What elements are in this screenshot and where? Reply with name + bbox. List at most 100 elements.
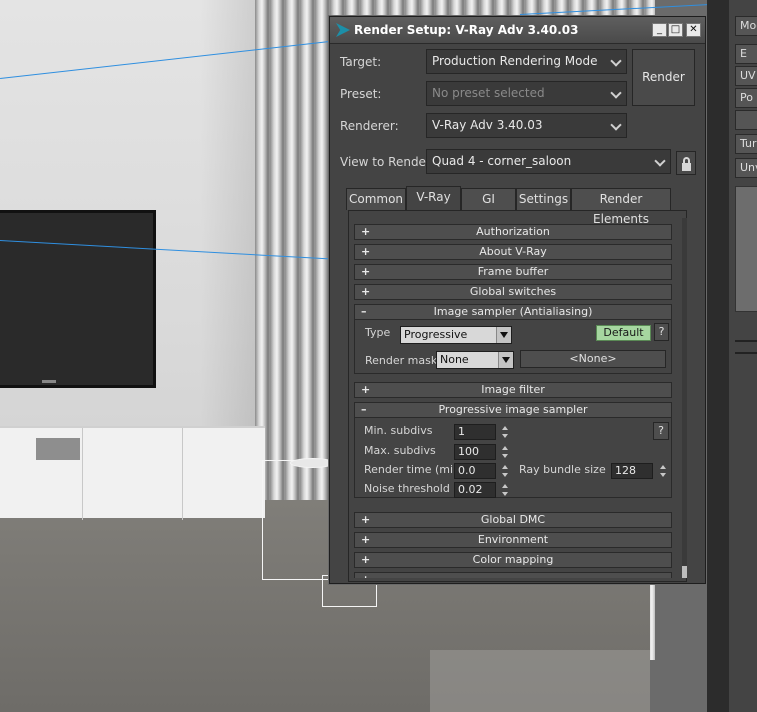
rollout-title: Frame buffer xyxy=(477,265,549,278)
tv-cabinet xyxy=(0,426,265,520)
noise-threshold-label: Noise threshold xyxy=(364,482,450,495)
lock-view-button[interactable] xyxy=(676,151,696,175)
scrollbar-thumb[interactable] xyxy=(682,566,687,578)
rollout-environment[interactable]: + Environment xyxy=(354,532,672,548)
view-to-render-value: Quad 4 - corner_saloon xyxy=(432,154,572,168)
tab-gi[interactable]: GI xyxy=(461,188,516,210)
expand-icon: + xyxy=(361,533,371,546)
rollout-progressive-sampler[interactable]: – Progressive image sampler xyxy=(354,402,672,418)
rollout-title: About V-Ray xyxy=(479,245,547,258)
sampler-type-value: Progressive xyxy=(404,328,468,341)
expand-icon: + xyxy=(361,285,371,298)
rollout-title: Authorization xyxy=(476,225,550,238)
title-bar[interactable]: Render Setup: V-Ray Adv 3.40.03 _ □ ✕ xyxy=(330,17,705,44)
ray-bundle-spinner[interactable] xyxy=(658,463,668,479)
expand-icon: + xyxy=(361,553,371,566)
view-to-render-label: View to Render: xyxy=(340,155,435,169)
chair-wireframe xyxy=(262,460,332,580)
rollout-title: Environment xyxy=(477,533,549,546)
target-dropdown[interactable]: Production Rendering Mode xyxy=(426,49,627,74)
panel-separator xyxy=(735,352,757,354)
expand-icon: + xyxy=(361,513,371,526)
target-value: Production Rendering Mode xyxy=(432,54,598,68)
rollout-scroll-area[interactable]: + Authorization + About V-Ray + Frame buffe… xyxy=(350,218,688,578)
rollout-title: Color mapping xyxy=(472,553,554,566)
preset-label: Preset: xyxy=(340,87,382,101)
render-time-input[interactable]: 0.0 xyxy=(454,463,496,479)
panel-button[interactable]: UV xyxy=(735,66,757,86)
rollout-title: Image sampler (Antialiasing) xyxy=(433,305,593,318)
expand-icon: + xyxy=(361,573,370,578)
tab-render-elements[interactable]: Render Elements xyxy=(571,188,671,226)
ray-bundle-input[interactable]: 128 xyxy=(611,463,653,479)
expand-icon: + xyxy=(361,265,371,278)
render-time-spinner[interactable] xyxy=(500,463,510,479)
panel-button[interactable]: Po xyxy=(735,88,757,108)
ray-bundle-label: Ray bundle size xyxy=(519,463,606,476)
rollout-scrollbar[interactable] xyxy=(682,218,687,578)
modifier-button[interactable]: Modi xyxy=(735,16,757,36)
preset-dropdown[interactable]: No preset selected xyxy=(426,81,627,106)
render-time-label: Render time (min) xyxy=(364,463,465,476)
expand-icon: + xyxy=(361,245,371,258)
max-subdivs-input[interactable]: 100 xyxy=(454,444,496,460)
render-setup-dialog: Render Setup: V-Ray Adv 3.40.03 _ □ ✕ Ta… xyxy=(329,16,706,584)
rollout-global-dmc[interactable]: + Global DMC xyxy=(354,512,672,528)
tab-settings[interactable]: Settings xyxy=(516,188,571,210)
progressive-help-button[interactable]: ? xyxy=(653,422,669,440)
preset-value: No preset selected xyxy=(432,86,545,100)
tab-vray[interactable]: V-Ray xyxy=(406,186,461,211)
rollout-frame-buffer[interactable]: + Frame buffer xyxy=(354,264,672,280)
min-subdivs-label: Min. subdivs xyxy=(364,424,433,437)
max-subdivs-label: Max. subdivs xyxy=(364,444,436,457)
noise-threshold-spinner[interactable] xyxy=(500,482,510,498)
3dsmax-app-icon xyxy=(336,23,350,37)
rollout-authorization[interactable]: + Authorization xyxy=(354,224,672,240)
panel-button[interactable]: Tur xyxy=(735,134,757,154)
renderer-value: V-Ray Adv 3.40.03 xyxy=(432,118,543,132)
target-label: Target: xyxy=(340,55,382,69)
sampler-type-dropdown[interactable]: Progressive xyxy=(400,326,512,344)
rollout-title: Global DMC xyxy=(480,513,546,526)
view-to-render-dropdown[interactable]: Quad 4 - corner_saloon xyxy=(426,149,671,174)
rollout-image-sampler[interactable]: – Image sampler (Antialiasing) xyxy=(354,304,672,320)
chevron-down-icon xyxy=(611,56,621,66)
render-mask-object-button[interactable]: <None> xyxy=(520,350,666,368)
chevron-down-icon xyxy=(611,88,621,98)
lock-icon-body xyxy=(682,163,691,171)
rollout-next[interactable]: + xyxy=(354,572,672,578)
collapse-icon: – xyxy=(361,403,367,416)
dropdown-arrow-icon xyxy=(498,352,513,368)
rollout-image-filter[interactable]: + Image filter xyxy=(354,382,672,398)
render-mask-dropdown[interactable]: None xyxy=(436,351,514,369)
help-button[interactable]: ? xyxy=(654,323,669,341)
renderer-label: Renderer: xyxy=(340,119,399,133)
rollout-global-switches[interactable]: + Global switches xyxy=(354,284,672,300)
panel-divider xyxy=(707,0,729,712)
default-button[interactable]: Default xyxy=(596,325,651,341)
render-button[interactable]: Render xyxy=(632,49,695,106)
maximize-button[interactable]: □ xyxy=(668,23,683,37)
max-subdivs-spinner[interactable] xyxy=(500,444,510,460)
tv-screen xyxy=(0,210,156,388)
panel-button[interactable]: Unv xyxy=(735,158,757,178)
cabinet-divider xyxy=(82,428,83,520)
noise-threshold-input[interactable]: 0.02 xyxy=(454,482,496,498)
min-subdivs-input[interactable]: 1 xyxy=(454,424,496,440)
panel-button[interactable]: E xyxy=(735,44,757,64)
expand-icon: + xyxy=(361,383,371,396)
renderer-dropdown[interactable]: V-Ray Adv 3.40.03 xyxy=(426,113,627,138)
close-button[interactable]: ✕ xyxy=(686,23,701,37)
rollout-color-mapping[interactable]: + Color mapping xyxy=(354,552,672,568)
expand-icon: + xyxy=(361,225,371,238)
modifier-stack-list[interactable] xyxy=(735,186,757,312)
min-subdivs-spinner[interactable] xyxy=(500,424,510,440)
rollout-about-vray[interactable]: + About V-Ray xyxy=(354,244,672,260)
minimize-button[interactable]: _ xyxy=(652,23,667,37)
tab-common[interactable]: Common xyxy=(346,188,406,210)
panel-button[interactable] xyxy=(735,110,757,130)
rollout-title: Global switches xyxy=(469,285,557,298)
dropdown-arrow-icon xyxy=(496,327,511,343)
render-mask-label: Render mask xyxy=(365,354,438,367)
command-panel: Modi E UV Po Tur Unv xyxy=(707,0,757,712)
